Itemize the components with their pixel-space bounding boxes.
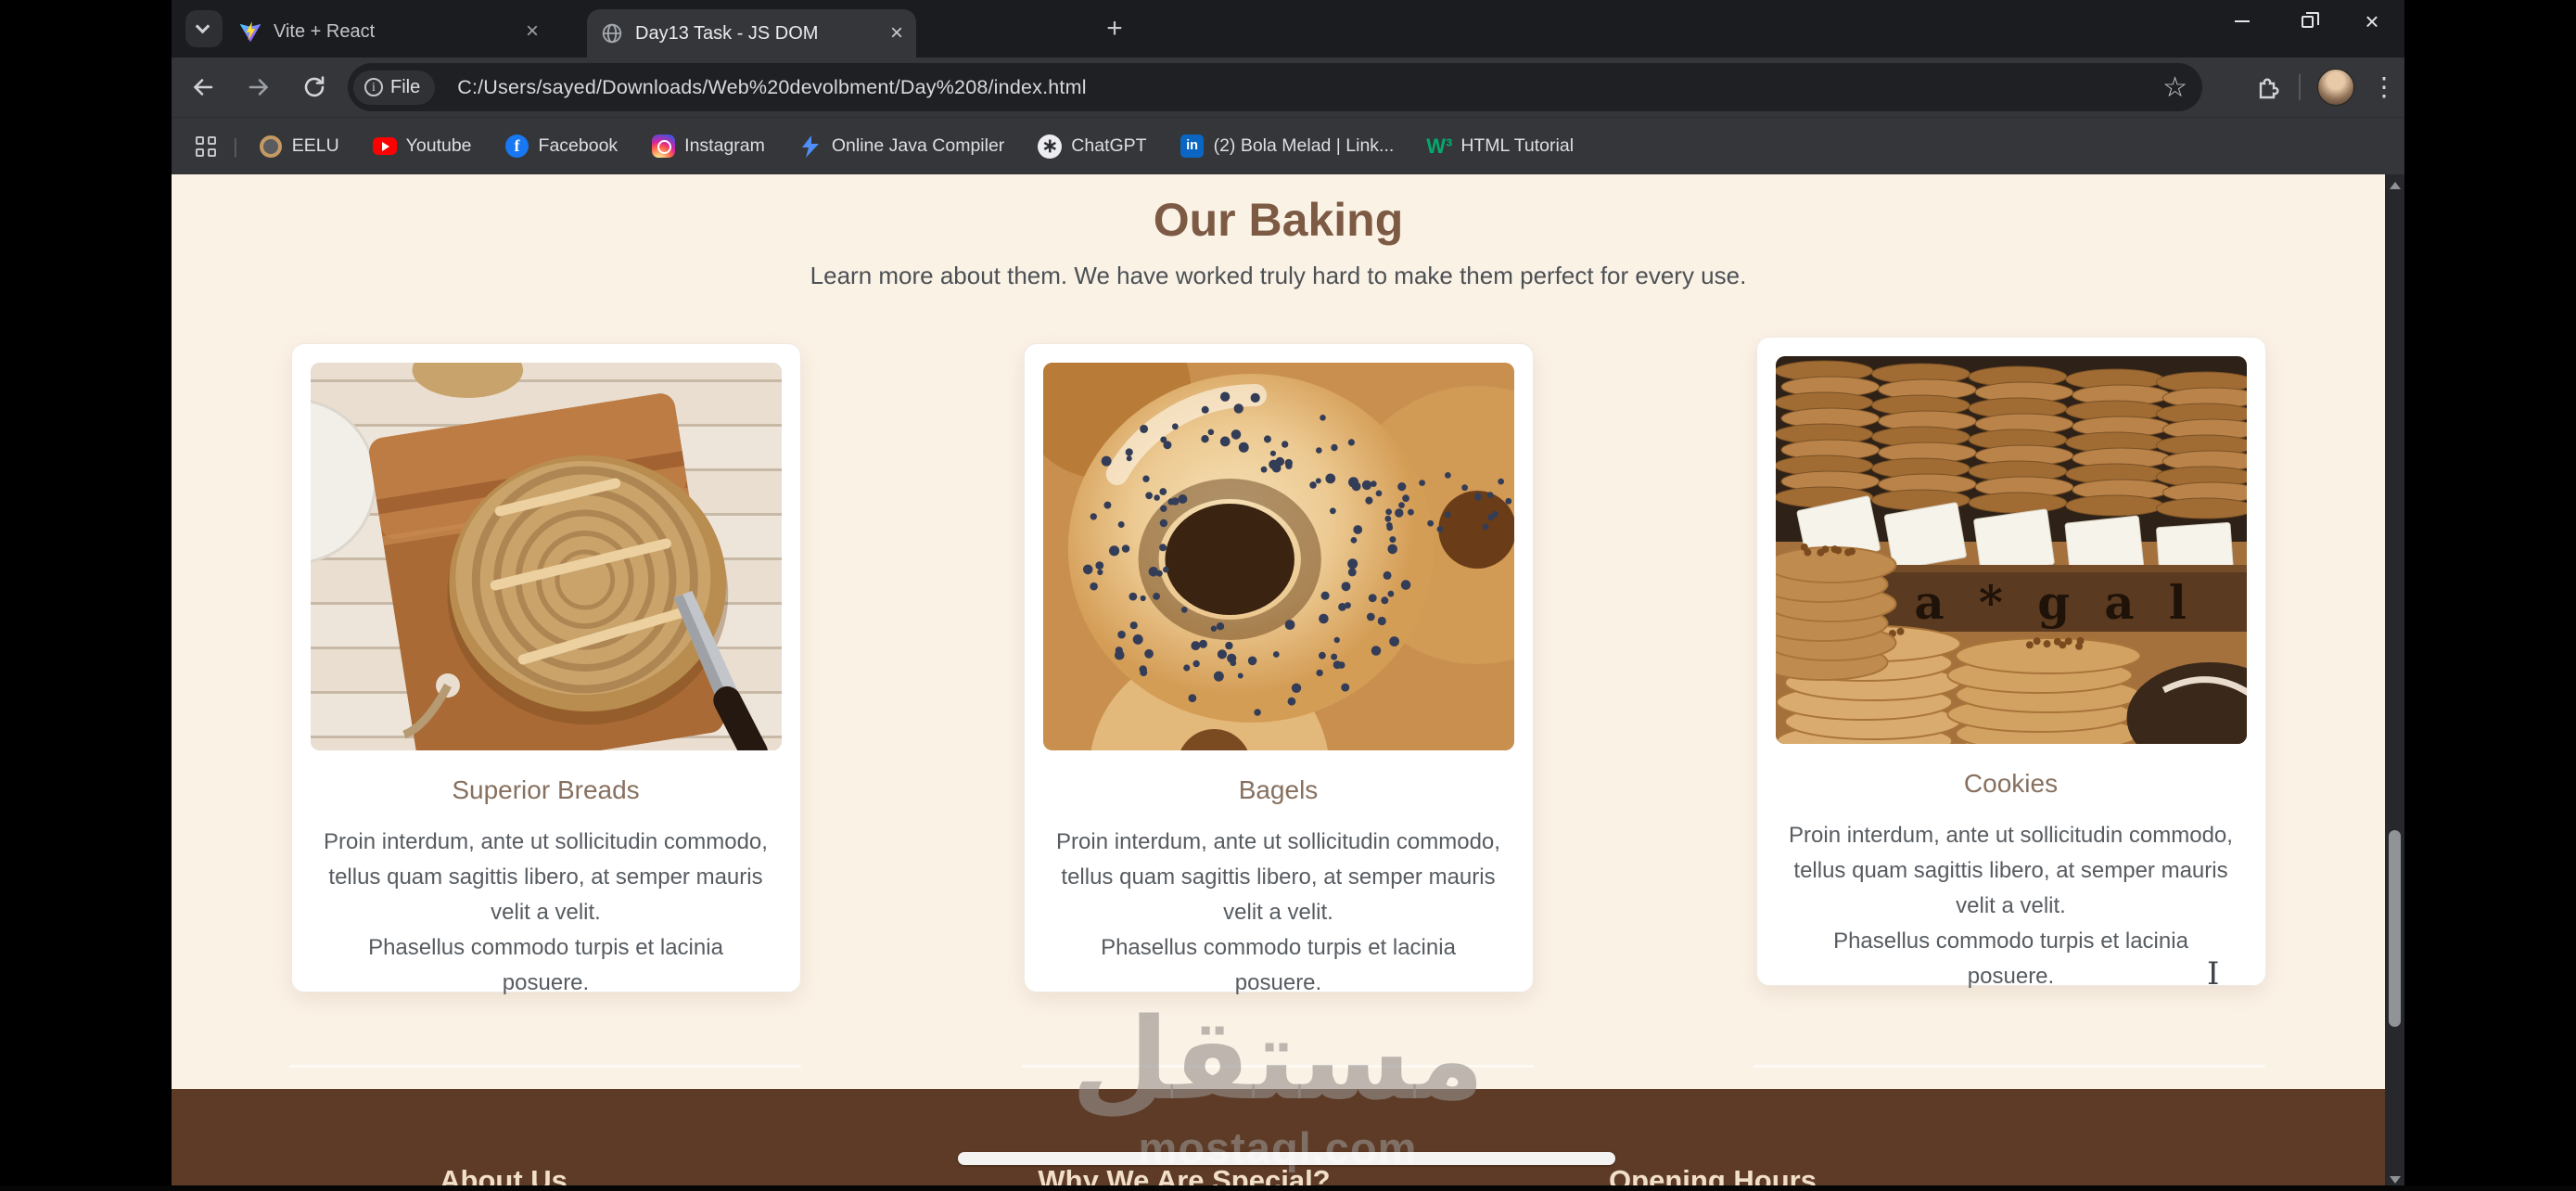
bookmark-chatgpt[interactable]: ∗ ChatGPT bbox=[1038, 134, 1146, 159]
card-title: Superior Breads bbox=[311, 775, 782, 806]
forward-button[interactable] bbox=[238, 67, 279, 108]
close-button[interactable]: × bbox=[2340, 0, 2404, 43]
cookies-image: a * g a l bbox=[1776, 356, 2247, 744]
tab-strip: Vite + React × Day13 Task - JS DOM × + × bbox=[172, 0, 2404, 58]
extensions-icon[interactable] bbox=[2254, 73, 2282, 101]
restore-button[interactable] bbox=[2275, 0, 2340, 43]
chevron-down-icon bbox=[196, 19, 210, 34]
browser-window: Vite + React × Day13 Task - JS DOM × + × bbox=[172, 0, 2404, 1191]
bookmark-linkedin[interactable]: in (2) Bola Melad | Link... bbox=[1180, 134, 1395, 159]
instagram-icon bbox=[652, 134, 675, 158]
w3schools-icon: W³ bbox=[1426, 134, 1452, 159]
tab-day13-task[interactable]: Day13 Task - JS DOM × bbox=[587, 9, 916, 58]
bookmark-star-icon[interactable]: ☆ bbox=[2162, 71, 2187, 104]
java-compiler-icon bbox=[798, 134, 823, 159]
linkedin-icon: in bbox=[1180, 134, 1204, 158]
bookmark-java-compiler[interactable]: Online Java Compiler bbox=[798, 134, 1004, 159]
bookmark-facebook[interactable]: f Facebook bbox=[505, 134, 618, 159]
restore-icon bbox=[2302, 16, 2314, 28]
cards-row: Superior Breads Proin interdum, ante ut … bbox=[172, 343, 2385, 992]
url-text[interactable]: C:/Users/sayed/Downloads/Web%20devolbmen… bbox=[457, 76, 1086, 99]
forward-icon bbox=[245, 73, 273, 101]
minimize-button[interactable] bbox=[2210, 0, 2275, 43]
back-icon bbox=[189, 73, 217, 101]
profile-avatar[interactable] bbox=[2317, 69, 2354, 106]
info-icon: i bbox=[364, 78, 383, 96]
video-scrubber-bar bbox=[958, 1152, 1615, 1165]
site-info-chip[interactable]: i File bbox=[353, 70, 435, 105]
window-controls: × bbox=[2210, 0, 2404, 43]
reload-button[interactable] bbox=[294, 67, 335, 108]
bookmark-eelu[interactable]: EELU bbox=[259, 134, 339, 159]
vite-icon bbox=[238, 19, 262, 44]
card-superior-breads: Superior Breads Proin interdum, ante ut … bbox=[291, 343, 801, 992]
card-text: Proin interdum, ante ut sollicitudin com… bbox=[1043, 825, 1514, 1001]
globe-icon bbox=[600, 21, 624, 45]
card-title: Bagels bbox=[1043, 775, 1514, 806]
card-title: Cookies bbox=[1776, 768, 2247, 800]
tab-title: Vite + React bbox=[274, 21, 516, 43]
bookmark-youtube[interactable]: Youtube bbox=[373, 134, 472, 159]
letterbox-bar bbox=[0, 1185, 2576, 1191]
bookmarks-bar: | EELU Youtube f Facebook Instagram Onli… bbox=[172, 117, 2404, 174]
watermark-domain: mostaql.com bbox=[1139, 1122, 1418, 1173]
chatgpt-icon: ∗ bbox=[1038, 134, 1062, 159]
scroll-down-arrow[interactable] bbox=[2390, 1176, 2401, 1184]
card-text: Proin interdum, ante ut sollicitudin com… bbox=[311, 825, 782, 1001]
page-subtitle: Learn more about them. We have worked tr… bbox=[172, 262, 2385, 290]
scrollbar[interactable] bbox=[2385, 174, 2404, 1191]
bread-image bbox=[311, 363, 782, 750]
bookmarks-separator: | bbox=[233, 134, 238, 159]
back-button[interactable] bbox=[183, 67, 223, 108]
youtube-icon bbox=[373, 137, 397, 155]
reload-icon bbox=[300, 73, 328, 101]
card-cookies: a * g a l Cookies Proin interdum, ante u… bbox=[1756, 337, 2266, 986]
watermark-logo: مستقل bbox=[1071, 1003, 1485, 1116]
bookmark-instagram[interactable]: Instagram bbox=[651, 134, 765, 159]
page-title: Our Baking bbox=[172, 193, 2385, 247]
eelu-icon bbox=[260, 135, 282, 158]
menu-dots-icon[interactable]: ⋮ bbox=[2371, 74, 2397, 100]
new-tab-button[interactable]: + bbox=[1097, 12, 1132, 47]
bookmark-html-tutorial[interactable]: W³ HTML Tutorial bbox=[1427, 134, 1574, 159]
divider-line bbox=[289, 1065, 801, 1068]
tab-title: Day13 Task - JS DOM bbox=[635, 23, 881, 45]
tab-vite-react[interactable]: Vite + React × bbox=[225, 9, 552, 54]
toolbar: i File C:/Users/sayed/Downloads/Web%20de… bbox=[172, 58, 2404, 117]
apps-grid-icon[interactable] bbox=[196, 136, 216, 157]
scrollbar-thumb[interactable] bbox=[2389, 830, 2401, 1027]
tab-close-icon[interactable]: × bbox=[890, 22, 903, 45]
card-bagels: Bagels Proin interdum, ante ut sollicitu… bbox=[1024, 343, 1534, 992]
svg-text:a * g a l: a * g a l bbox=[1914, 575, 2195, 630]
minimize-icon bbox=[2235, 20, 2250, 22]
toolbar-separator bbox=[2299, 74, 2301, 100]
tab-search-button[interactable] bbox=[185, 10, 223, 47]
address-bar[interactable]: i File C:/Users/sayed/Downloads/Web%20de… bbox=[348, 63, 2202, 111]
facebook-icon: f bbox=[505, 134, 529, 158]
card-text: Proin interdum, ante ut sollicitudin com… bbox=[1776, 818, 2247, 994]
divider-line bbox=[1753, 1065, 2265, 1068]
bagel-image bbox=[1043, 363, 1514, 750]
page-viewport: Our Baking Learn more about them. We hav… bbox=[172, 174, 2404, 1191]
scroll-up-arrow[interactable] bbox=[2390, 182, 2401, 189]
toolbar-right: ⋮ bbox=[2254, 67, 2397, 108]
file-badge: File bbox=[390, 77, 420, 98]
tab-close-icon[interactable]: × bbox=[526, 20, 539, 43]
text-cursor: I bbox=[2207, 955, 2219, 992]
